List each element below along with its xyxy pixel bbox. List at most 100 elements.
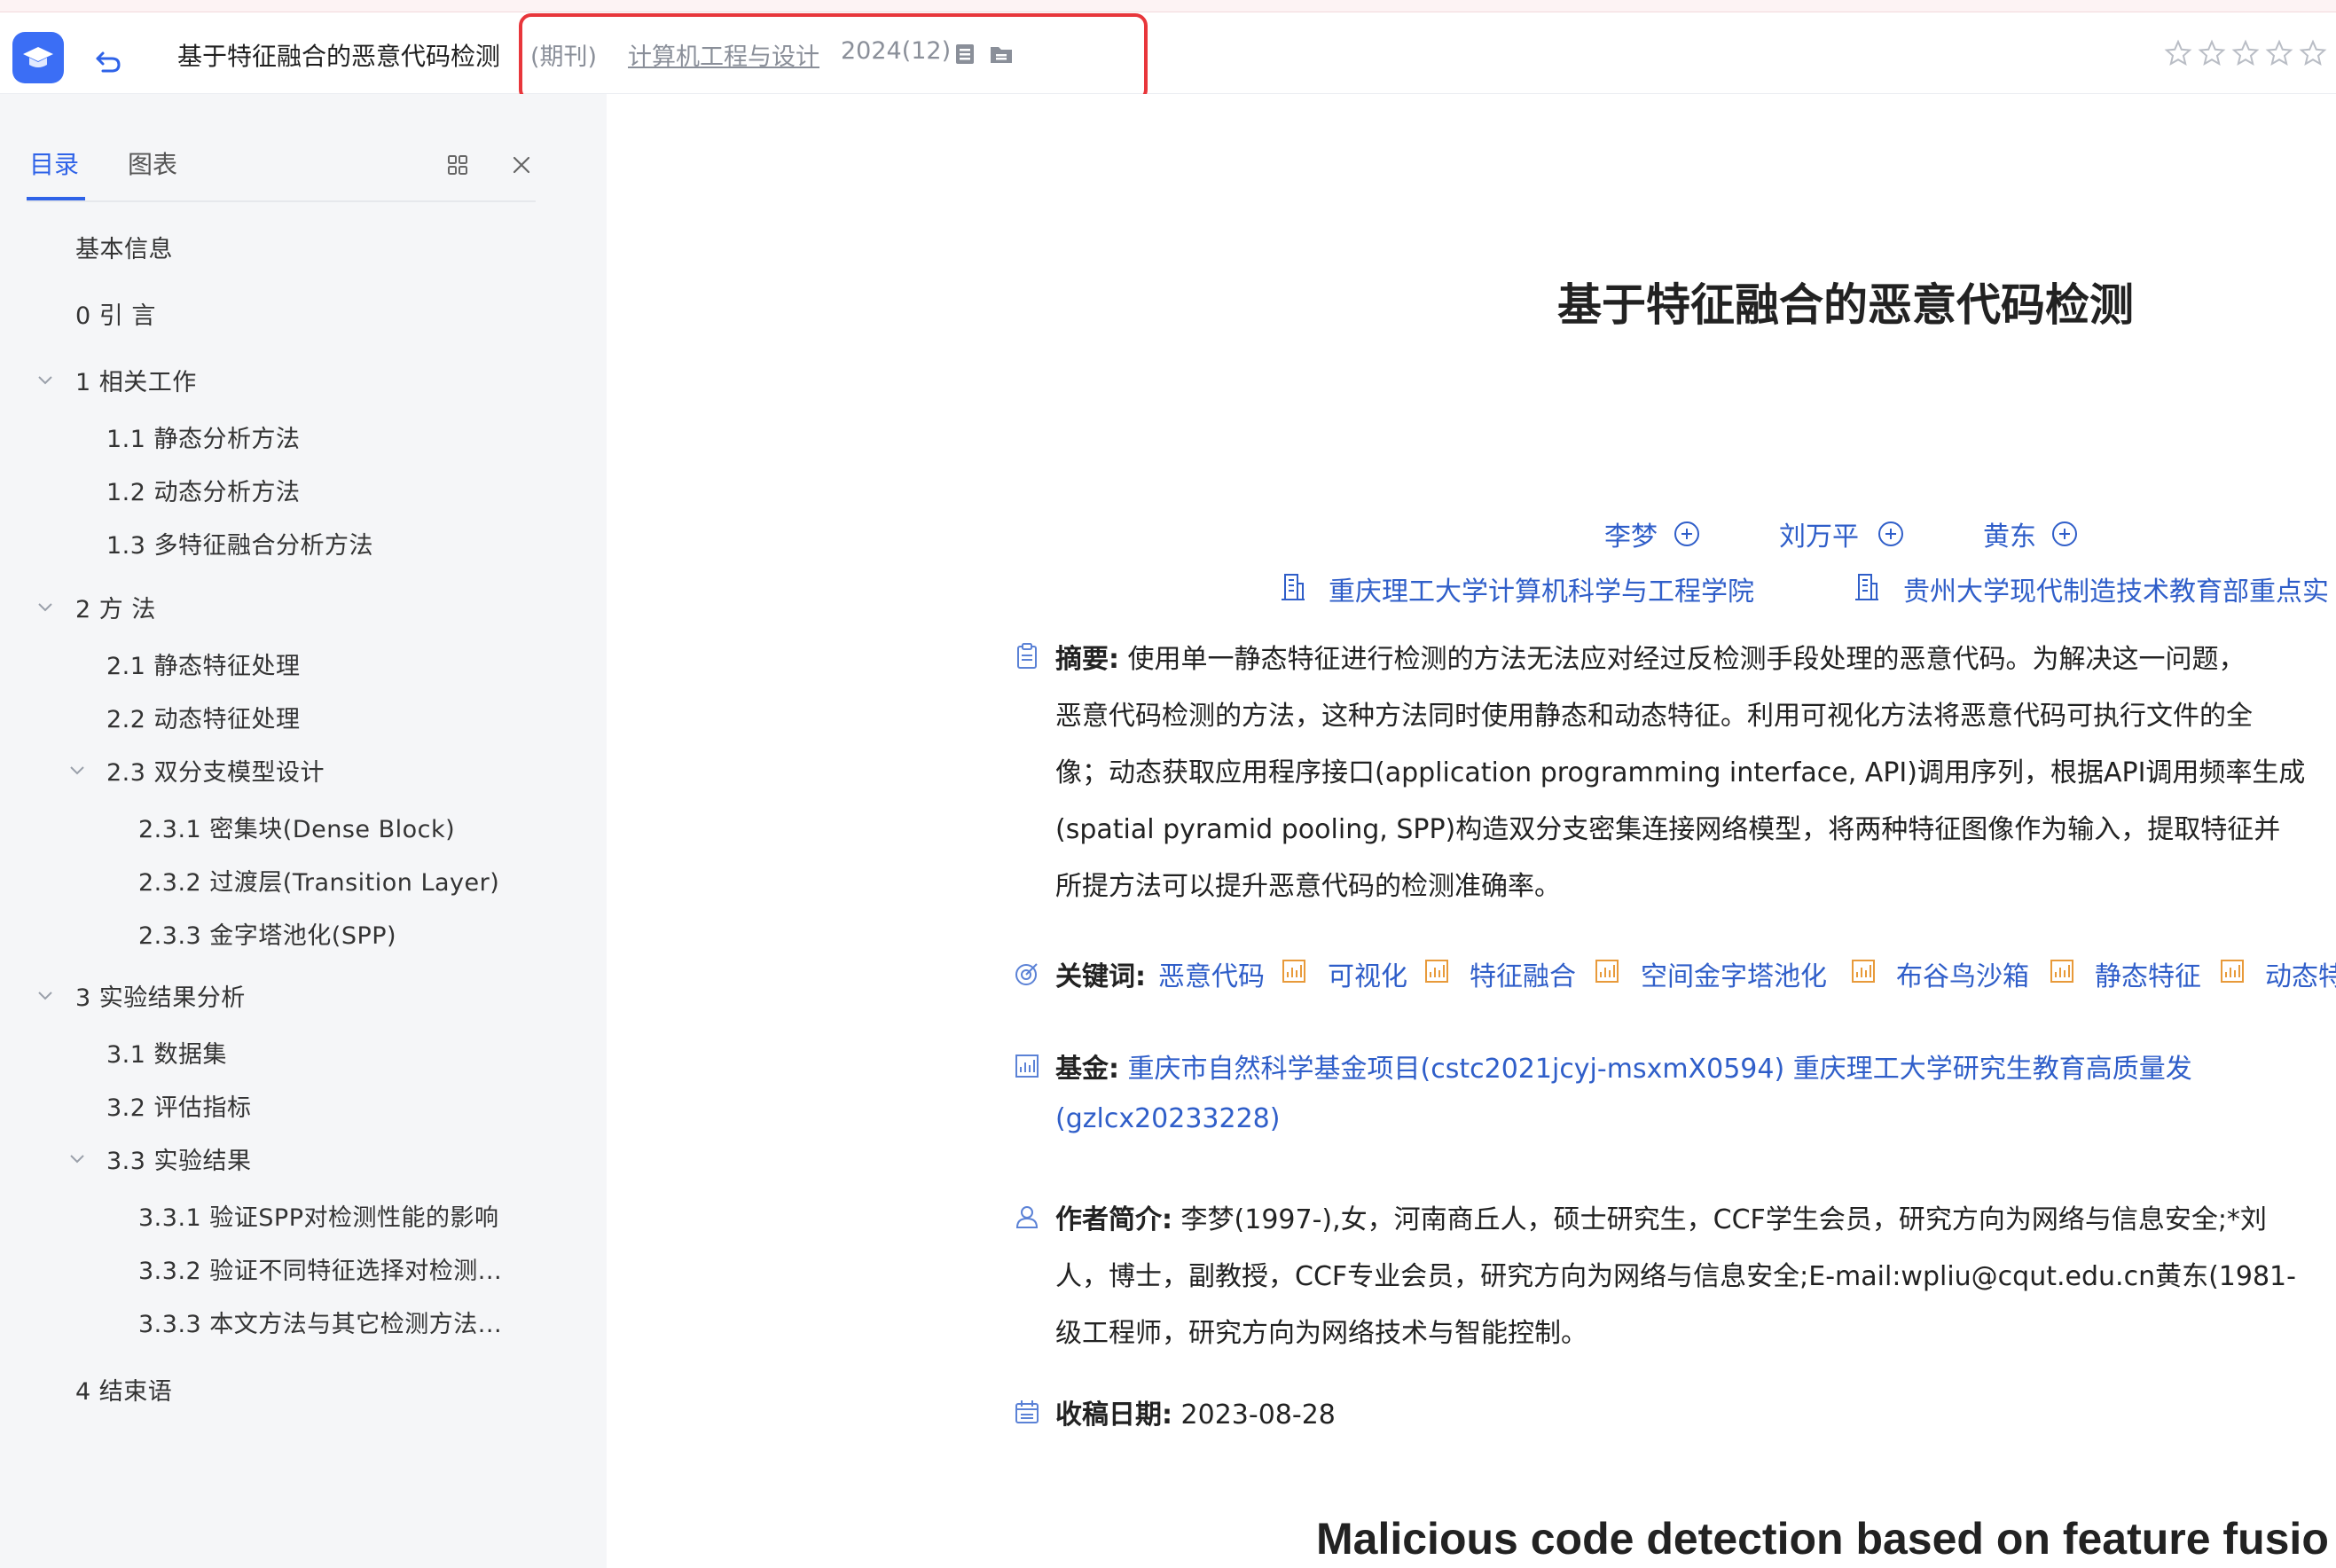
fund-label: 基金:	[1055, 1054, 1119, 1085]
document-title: 基于特征融合的恶意代码检测	[177, 42, 501, 71]
keyword-link[interactable]: 可视化	[1328, 954, 1407, 993]
keyword-link[interactable]: 特征融合	[1470, 954, 1576, 993]
active-tab-indicator	[27, 197, 85, 200]
toc-item[interactable]: 3.3.3 本文方法与其它检测方法...	[138, 1305, 502, 1339]
toc-item[interactable]: 2.2 动态特征处理	[106, 700, 301, 734]
close-icon[interactable]	[507, 151, 536, 179]
reader-header: 基于特征融合的恶意代码检测 (期刊) 计算机工程与设计 2024(12)	[0, 12, 2336, 102]
journal-issue: 2024(12)	[841, 37, 952, 65]
toc-item[interactable]: 3.2 评估指标	[106, 1088, 252, 1123]
abstract-line: (spatial pyramid pooling, SPP)构造双分支密集连接网…	[1055, 814, 2281, 845]
add-circle-icon[interactable]	[1877, 520, 1905, 548]
keyword-link[interactable]: 动态特	[2265, 954, 2336, 993]
add-circle-icon[interactable]	[1673, 520, 1701, 548]
chart-icon[interactable]	[1594, 958, 1620, 984]
author-link[interactable]: 李梦	[1604, 514, 1658, 553]
journal-name-link[interactable]: 计算机工程与设计	[628, 37, 819, 72]
english-title: Malicious code detection based on featur…	[1316, 1514, 2329, 1564]
tab-contents[interactable]: 目录	[29, 145, 79, 181]
toc-item[interactable]: 1.1 静态分析方法	[106, 419, 301, 454]
toc-item[interactable]: 1.2 动态分析方法	[106, 473, 301, 507]
toc-item[interactable]: 基本信息	[75, 230, 173, 264]
abstract-line: 所提方法可以提升恶意代码的检测准确率。	[1055, 871, 1561, 902]
toc-item[interactable]: 0 引 言	[75, 296, 156, 331]
affiliation-link[interactable]: 贵州大学现代制造技术教育部重点实	[1903, 569, 2329, 608]
chart-icon[interactable]	[1423, 958, 1450, 984]
abstract-line: 像；动态获取应用程序接口(application programming int…	[1055, 757, 2306, 788]
keyword-link[interactable]: 静态特征	[2095, 954, 2201, 993]
toc-item[interactable]: 3 实验结果分析	[75, 978, 246, 1013]
keyword-link[interactable]: 恶意代码	[1158, 954, 1265, 993]
chart-icon[interactable]	[1850, 958, 1877, 984]
chevron-down-icon[interactable]	[66, 1148, 89, 1171]
fund-link[interactable]: 重庆市自然科学基金项目(cstc2021jcyj-msxmX0594) 重庆理工…	[1128, 1054, 2192, 1085]
author-link[interactable]: 黄东	[1983, 514, 2036, 553]
building-icon	[1282, 574, 1305, 600]
target-icon	[1015, 963, 1038, 985]
toc-sidebar: 目录 图表 基本信息 0 引 言 1 相关工作 1.1 静态分析方法 1.2 动…	[0, 94, 607, 1568]
sidebar-tabs: 目录 图表	[27, 145, 536, 202]
bio-line: 作者简介: 李梦(1997-),女，河南商丘人，硕士研究生，CCF学生会员，研究…	[1055, 1197, 2267, 1236]
toc-item[interactable]: 2.3.1 密集块(Dense Block)	[138, 810, 455, 844]
star-icon[interactable]	[2265, 39, 2293, 67]
star-icon[interactable]	[2198, 39, 2226, 67]
chart-icon[interactable]	[2219, 958, 2246, 984]
toc-item[interactable]: 2 方 法	[75, 590, 156, 624]
abstract-line: 恶意代码检测的方法，这种方法同时使用静态和动态特征。利用可视化方法将恶意代码可执…	[1055, 701, 2253, 732]
abstract-label: 摘要:	[1055, 644, 1119, 675]
app-logo[interactable]	[12, 32, 64, 83]
bio-line: 级工程师，研究方向为网络技术与智能控制。	[1055, 1318, 1587, 1349]
chart-icon[interactable]	[1281, 958, 1307, 984]
calendar-icon	[1015, 1400, 1039, 1423]
toc-item[interactable]: 4 结束语	[75, 1372, 172, 1407]
author-link[interactable]: 刘万平	[1779, 514, 1859, 553]
keyword-link[interactable]: 布谷鸟沙箱	[1896, 954, 2029, 993]
toc-item[interactable]: 3.1 数据集	[106, 1035, 227, 1070]
tab-figures[interactable]: 图表	[128, 145, 177, 181]
fund-link[interactable]: (gzlcx20233228)	[1055, 1103, 1280, 1134]
star-icon[interactable]	[2231, 39, 2260, 67]
toc-item[interactable]: 3.3.1 验证SPP对检测性能的影响	[138, 1198, 498, 1233]
toc-item[interactable]: 1.3 多特征融合分析方法	[106, 526, 373, 561]
chevron-down-icon[interactable]	[34, 369, 57, 392]
received-date: 2023-08-28	[1180, 1399, 1336, 1431]
toc-item[interactable]: 2.3.3 金字塔池化(SPP)	[138, 916, 396, 951]
received-label: 收稿日期:	[1055, 1399, 1172, 1431]
grid-view-icon[interactable]	[443, 151, 472, 179]
journal-type: (期刊)	[530, 43, 598, 71]
toc-item[interactable]: 3.3 实验结果	[106, 1141, 252, 1176]
folder-icon[interactable]	[988, 41, 1015, 67]
star-icon[interactable]	[2164, 39, 2192, 67]
toc-item[interactable]: 1 相关工作	[75, 363, 197, 397]
bio-line: 人，博士，副教授，CCF专业会员，研究方向为网络与信息安全;E-mail:wpl…	[1055, 1261, 2296, 1292]
source-highlight-box	[519, 13, 1148, 102]
toc-item[interactable]: 3.3.2 验证不同特征选择对检测...	[138, 1251, 502, 1286]
keywords-label: 关键词:	[1055, 961, 1146, 992]
building-icon	[1855, 574, 1878, 600]
toc-item[interactable]: 2.1 静态特征处理	[106, 647, 301, 681]
keyword-link[interactable]: 空间金字塔池化	[1641, 954, 1827, 993]
star-icon[interactable]	[2299, 39, 2327, 67]
chevron-down-icon[interactable]	[34, 984, 57, 1007]
affiliation-link[interactable]: 重庆理工大学计算机科学与工程学院	[1329, 569, 1754, 608]
toc-item[interactable]: 2.3.2 过渡层(Transition Layer)	[138, 863, 499, 898]
fund-line: 基金: 重庆市自然科学基金项目(cstc2021jcyj-msxmX0594) …	[1055, 1047, 2192, 1086]
abstract-text: 使用单一静态特征进行检测的方法无法应对经过反检测手段处理的恶意代码。为解决这一问…	[1127, 644, 2246, 675]
back-arrow-icon[interactable]	[90, 43, 126, 78]
rating-stars[interactable]	[2164, 39, 2327, 67]
clipboard-icon	[1017, 643, 1037, 669]
add-circle-icon[interactable]	[2050, 520, 2079, 548]
user-icon	[1015, 1206, 1039, 1228]
abstract-line: 摘要: 使用单一静态特征进行检测的方法无法应对经过反检测手段处理的恶意代码。为解…	[1055, 637, 2246, 676]
chevron-down-icon[interactable]	[66, 759, 89, 782]
bar-chart-icon	[1015, 1054, 1039, 1078]
catalog-icon[interactable]	[952, 41, 978, 67]
graduation-cap-icon	[23, 47, 53, 67]
chevron-down-icon[interactable]	[34, 596, 57, 619]
bio-label: 作者简介:	[1055, 1204, 1172, 1235]
received-line: 收稿日期: 2023-08-28	[1055, 1392, 1336, 1431]
article-title: 基于特征融合的恶意代码检测	[1557, 279, 2134, 331]
toc-item[interactable]: 2.3 双分支模型设计	[106, 753, 325, 788]
bio-text: 李梦(1997-),女，河南商丘人，硕士研究生，CCF学生会员，研究方向为网络与…	[1180, 1204, 2267, 1235]
chart-icon[interactable]	[2049, 958, 2075, 984]
